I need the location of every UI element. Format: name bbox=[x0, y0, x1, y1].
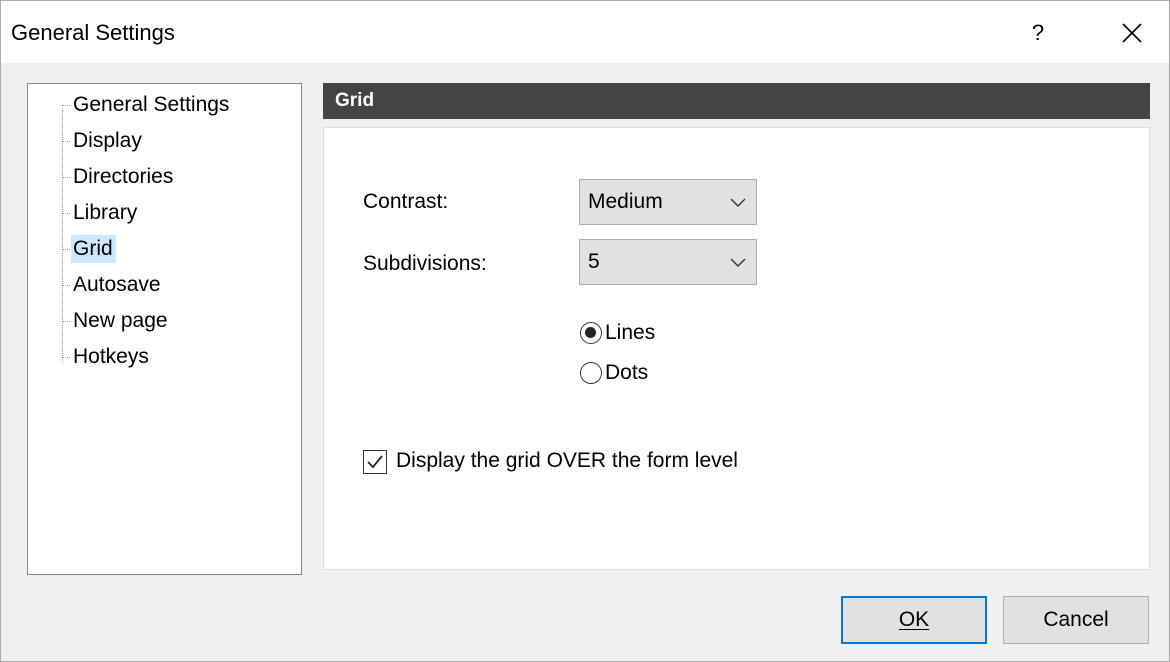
title-bar: General Settings ? bbox=[1, 1, 1169, 63]
tree-item-label: Autosave bbox=[73, 273, 161, 296]
tree-item-hotkeys[interactable]: Hotkeys bbox=[62, 342, 292, 372]
radio-circle bbox=[580, 362, 602, 384]
tree-branch-line bbox=[62, 177, 70, 178]
tree-item-library[interactable]: Library bbox=[62, 198, 292, 228]
contrast-label: Contrast: bbox=[363, 190, 449, 213]
tree-item-label: Library bbox=[73, 201, 138, 224]
subdivisions-value: 5 bbox=[588, 250, 600, 273]
tree-item-display[interactable]: Display bbox=[62, 126, 292, 156]
chevron-down-icon bbox=[730, 258, 746, 267]
close-icon bbox=[1122, 23, 1142, 43]
tree-item-directories[interactable]: Directories bbox=[62, 162, 292, 192]
window-title: General Settings bbox=[11, 20, 175, 45]
checkmark-icon bbox=[367, 455, 383, 469]
tree-item-grid[interactable]: Grid bbox=[62, 234, 292, 264]
tree-item-label: New page bbox=[73, 309, 168, 332]
tree-branch-line bbox=[62, 357, 70, 358]
ok-button-label: OK bbox=[898, 608, 930, 631]
panel-title: Grid bbox=[335, 90, 375, 111]
tree-branch-line bbox=[62, 141, 70, 142]
tree-item-label: Display bbox=[73, 129, 142, 152]
grid-over-form-checkbox[interactable]: Display the grid OVER the form level bbox=[363, 447, 793, 477]
settings-tree: General Settings Display Directories Lib… bbox=[27, 83, 302, 575]
settings-dialog: General Settings ? General Settings Disp… bbox=[0, 0, 1170, 662]
radio-label: Dots bbox=[605, 361, 649, 384]
tree-branch-line bbox=[62, 105, 70, 106]
tree-item-autosave[interactable]: Autosave bbox=[62, 270, 292, 300]
cancel-button[interactable]: Cancel bbox=[1003, 596, 1149, 644]
ok-button[interactable]: OK bbox=[841, 596, 987, 644]
radio-dots[interactable]: Dots bbox=[580, 357, 720, 389]
close-button[interactable] bbox=[1107, 11, 1157, 55]
chevron-down-icon bbox=[730, 198, 746, 207]
tree-branch-line bbox=[62, 321, 70, 322]
tree-item-label: Directories bbox=[73, 165, 174, 188]
contrast-select[interactable]: Medium bbox=[579, 179, 757, 225]
tree-branch-line bbox=[62, 285, 70, 286]
subdivisions-label: Subdivisions: bbox=[363, 252, 487, 275]
panel-header: Grid bbox=[323, 83, 1150, 119]
tree-item-label: General Settings bbox=[73, 93, 230, 116]
radio-lines[interactable]: Lines bbox=[580, 317, 720, 349]
tree-item-label: Hotkeys bbox=[73, 345, 149, 368]
tree-item-label: Grid bbox=[71, 235, 116, 263]
radio-label: Lines bbox=[605, 321, 656, 344]
tree-branch-line bbox=[62, 213, 70, 214]
checkbox-box bbox=[363, 450, 387, 474]
radio-circle bbox=[580, 322, 602, 344]
subdivisions-select[interactable]: 5 bbox=[579, 239, 757, 285]
tree-item-new-page[interactable]: New page bbox=[62, 306, 292, 336]
cancel-button-label: Cancel bbox=[1043, 608, 1109, 631]
tree-branch-line bbox=[62, 249, 70, 250]
checkbox-label: Display the grid OVER the form level bbox=[396, 449, 738, 472]
help-button[interactable]: ? bbox=[1013, 11, 1063, 55]
radio-selected-dot bbox=[585, 327, 596, 338]
contrast-value: Medium bbox=[588, 190, 663, 213]
tree-item-general-settings[interactable]: General Settings bbox=[62, 90, 292, 120]
